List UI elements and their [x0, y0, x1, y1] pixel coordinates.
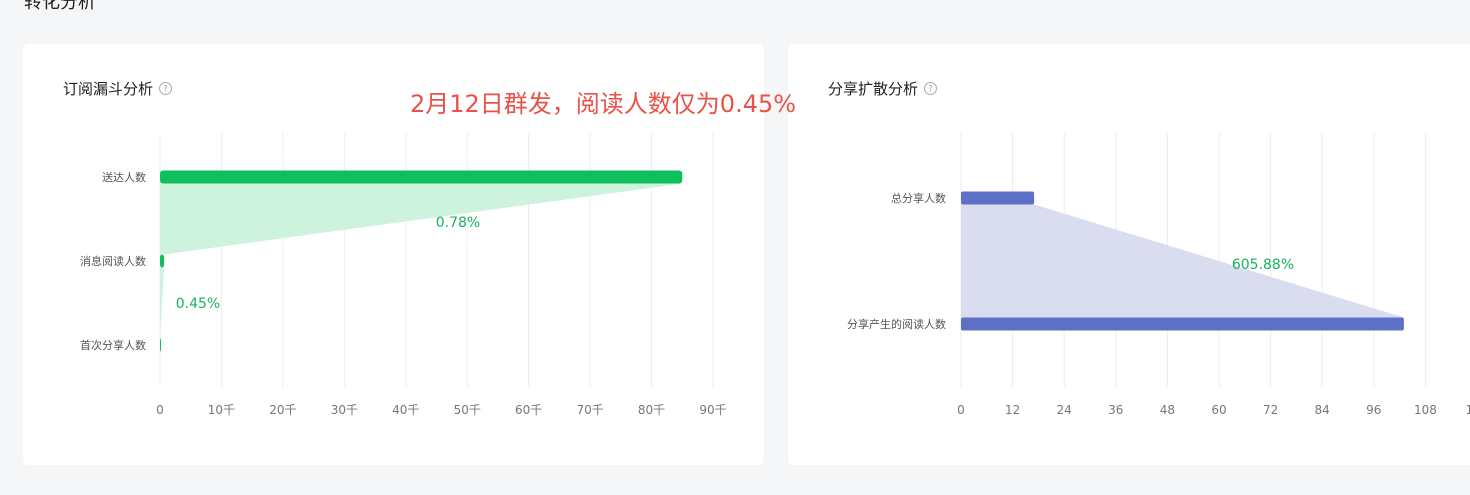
share-x-tick-label: 120	[1466, 403, 1470, 417]
funnel-x-tick-label: 50千	[454, 403, 481, 417]
funnel-x-tick-label: 70千	[576, 403, 603, 417]
funnel-bar	[160, 254, 165, 268]
funnel-category-label: 首次分享人数	[80, 338, 146, 352]
share-x-tick-label: 84	[1315, 403, 1330, 417]
share-x-tick-label: 12	[1005, 403, 1020, 417]
share-x-tick-label: 60	[1211, 403, 1226, 417]
funnel-x-tick-label: 10千	[208, 403, 235, 417]
funnel-x-tick-label: 40千	[392, 403, 419, 417]
funnel-conversion-rate: 0.78%	[436, 215, 480, 231]
share-x-tick-label: 24	[1057, 403, 1072, 417]
funnel-bar	[160, 170, 683, 184]
charts-svg: 0 10千 20千 30千 40千 50千 60千 70千 80千 90千 送达人数消息阅读人数首次…	[80, 133, 1470, 417]
annotation-text: 2月12日群发，阅读人数仅为0.45%	[410, 90, 797, 118]
funnel-category-label: 消息阅读人数	[80, 254, 146, 268]
funnel-x-tick-label: 30千	[331, 403, 358, 417]
share-x-tick-label: 36	[1108, 403, 1123, 417]
funnel-conversion-rate: 0.45%	[176, 296, 220, 312]
share-bar	[961, 317, 1404, 331]
funnel-connector-area	[160, 267, 165, 339]
share-connector-area	[961, 204, 1404, 318]
share-bar	[961, 191, 1035, 205]
funnel-category-label: 送达人数	[102, 170, 146, 184]
funnel-x-tick-label: 0	[156, 403, 164, 417]
share-x-tick-label: 48	[1160, 403, 1175, 417]
share-category-label: 总分享人数	[891, 191, 946, 205]
funnel-x-tick-label: 60千	[515, 403, 542, 417]
share-x-tick-label: 0	[957, 403, 965, 417]
share-x-tick-label: 72	[1263, 403, 1278, 417]
funnel-x-tick-label: 80千	[638, 403, 665, 417]
funnel-x-tick-label: 20千	[269, 403, 296, 417]
funnel-bar	[160, 338, 161, 352]
funnel-connector-area	[160, 183, 683, 255]
share-conversion-rate: 605.88%	[1232, 257, 1294, 273]
funnel-x-tick-label: 90千	[699, 403, 726, 417]
share-x-tick-label: 96	[1366, 403, 1381, 417]
share-category-label: 分享产生的阅读人数	[847, 317, 946, 331]
share-x-tick-label: 108	[1414, 403, 1437, 417]
